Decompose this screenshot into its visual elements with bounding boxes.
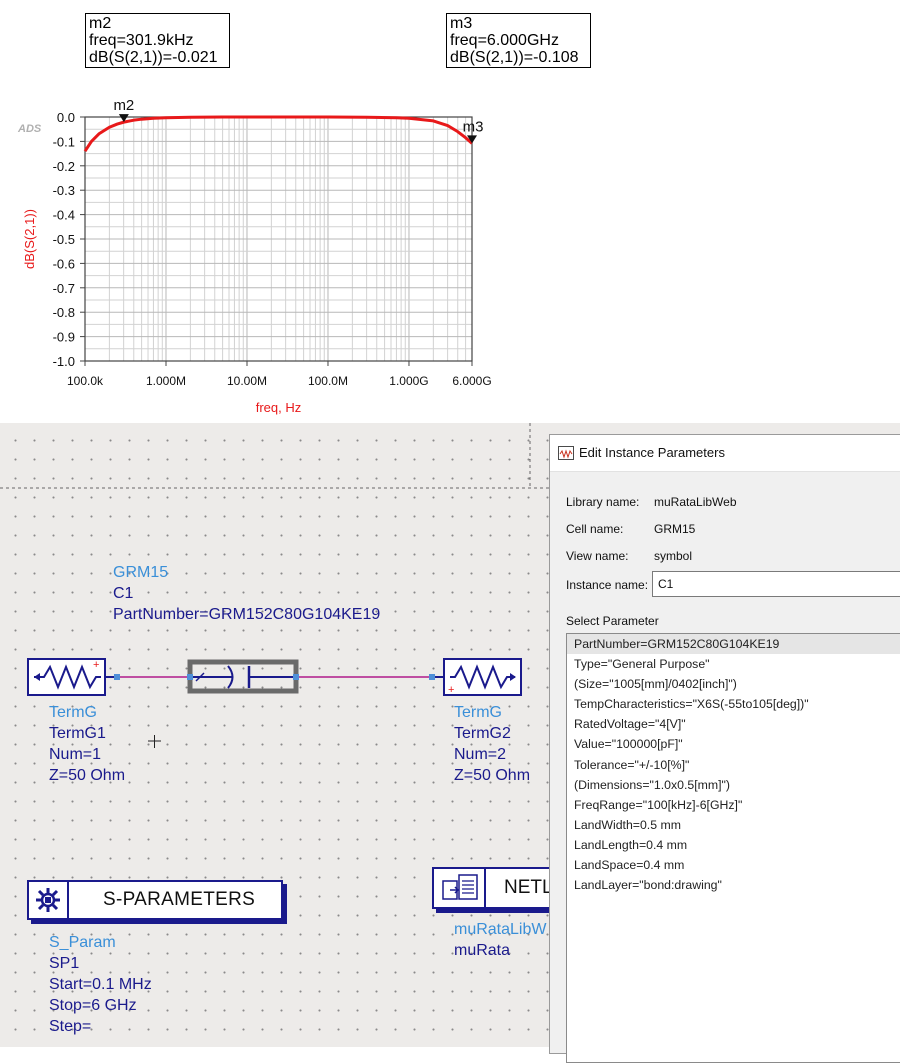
capacitor-symbol[interactable] xyxy=(187,659,299,694)
y-tick-label: 0.0 xyxy=(57,110,75,125)
sparam-controller[interactable]: S-PARAMETERS xyxy=(27,880,283,920)
marker-label: m3 xyxy=(463,118,484,135)
instance-name-label: Instance name: xyxy=(566,578,649,592)
parameter-item[interactable]: LandWidth=0.5 mm xyxy=(567,815,900,835)
parameter-item[interactable]: Type="General Purpose" xyxy=(567,654,900,674)
parameter-item[interactable]: RatedVoltage="4[V]" xyxy=(567,714,900,734)
x-tick-label: 10.00M xyxy=(227,374,267,388)
y-tick-label: -1.0 xyxy=(53,354,75,369)
netlist-lib-label: muRataLibW xyxy=(454,921,547,938)
term1-num-label: Num=1 xyxy=(49,746,102,763)
term1-instance-label: TermG1 xyxy=(49,725,106,742)
library-name-label: Library name: xyxy=(566,495,640,509)
y-tick-label: -0.8 xyxy=(53,305,75,320)
parameter-item[interactable]: (Size="1005[mm]/0402[inch]") xyxy=(567,674,900,694)
sparam-plot[interactable]: 0.0 -0.1 -0.2 -0.3 -0.4 -0.5 -0.6 -0.7 -0.8 -0.9 -… xyxy=(0,0,900,423)
y-tick-label: -0.6 xyxy=(53,256,75,271)
y-tick-label: -0.9 xyxy=(53,330,75,345)
term1-type-label: TermG xyxy=(49,704,97,721)
x-tick-label: 1.000M xyxy=(146,374,186,388)
netlist-title: NETL xyxy=(504,877,553,898)
cap-lib-label: GRM15 xyxy=(113,564,169,581)
view-name-value: symbol xyxy=(654,549,693,563)
dialog-titlebar[interactable]: Edit Instance Parameters xyxy=(550,435,900,472)
y-tick-label: -0.2 xyxy=(53,159,75,174)
termg2-symbol[interactable]: + xyxy=(429,658,522,696)
termg1-symbol[interactable]: + xyxy=(27,658,120,696)
parameter-item[interactable]: FreqRange="100[kHz]-6[GHz]" xyxy=(567,795,900,815)
parameter-list[interactable]: PartNumber=GRM152C80G104KE19 Type="Genera… xyxy=(566,633,900,1063)
x-tick-label: 6.000G xyxy=(452,374,491,388)
sparam-instance-label: SP1 xyxy=(49,955,80,972)
cap-part-label: PartNumber=GRM152C80G104KE19 xyxy=(113,606,381,623)
library-name-value: muRataLibWeb xyxy=(654,495,737,509)
parameter-item[interactable]: LandLength=0.4 mm xyxy=(567,835,900,855)
plot-panel: m2 freq=301.9kHz dB(S(2,1))=-0.021 m3 fr… xyxy=(0,0,900,423)
svg-text:+: + xyxy=(93,659,99,671)
sparam-icon xyxy=(29,882,69,918)
dialog-title: Edit Instance Parameters xyxy=(579,445,725,460)
parameter-item[interactable]: Tolerance="+/-10[%]" xyxy=(567,755,900,775)
parameter-item[interactable]: TempCharacteristics="X6S(-55to105[deg])" xyxy=(567,694,900,714)
y-tick-label: -0.4 xyxy=(53,208,75,223)
parameter-item[interactable]: Value="100000[pF]" xyxy=(567,734,900,754)
view-name-label: View name: xyxy=(566,549,629,563)
edit-instance-dialog[interactable]: Edit Instance Parameters Library name: m… xyxy=(549,434,900,1063)
y-axis-label: dB(S(2,1)) xyxy=(22,209,37,269)
term2-type-label: TermG xyxy=(454,704,502,721)
y-tick-label: -0.3 xyxy=(53,183,75,198)
parameter-item[interactable]: PartNumber=GRM152C80G104KE19 xyxy=(567,634,900,655)
select-parameter-label: Select Parameter xyxy=(566,614,659,628)
sparam-step-label: Step= xyxy=(49,1018,92,1035)
ads-watermark: ADS xyxy=(17,123,42,135)
x-tick-label: 100.0k xyxy=(67,374,104,388)
instance-name-field[interactable]: C1 xyxy=(652,571,900,597)
cell-name-value: GRM15 xyxy=(654,522,696,536)
netlist-instance-label: muRata xyxy=(454,942,511,959)
term1-z-label: Z=50 Ohm xyxy=(49,767,126,784)
svg-text:+: + xyxy=(448,684,454,696)
parameter-item[interactable]: LandLayer="bond:drawing" xyxy=(567,875,900,895)
marker-label: m2 xyxy=(113,97,134,114)
parameter-item[interactable]: (Dimensions="1.0x0.5[mm]") xyxy=(567,775,900,795)
netlist-icon xyxy=(434,869,486,907)
cell-name-label: Cell name: xyxy=(566,522,624,536)
y-tick-label: -0.5 xyxy=(53,232,75,247)
term2-z-label: Z=50 Ohm xyxy=(454,767,531,784)
cap-instance-label: C1 xyxy=(113,585,134,602)
parameter-item[interactable]: LandSpace=0.4 mm xyxy=(567,855,900,875)
x-tick-label: 1.000G xyxy=(389,374,428,388)
x-tick-label: 100.0M xyxy=(308,374,348,388)
term2-instance-label: TermG2 xyxy=(454,725,511,742)
sparam-start-label: Start=0.1 MHz xyxy=(49,976,152,993)
sparam-title: S-PARAMETERS xyxy=(103,889,256,910)
y-tick-label: -0.1 xyxy=(53,134,75,149)
sparam-type-label: S_Param xyxy=(49,934,116,951)
x-axis-label: freq, Hz xyxy=(256,400,302,415)
ads-app-icon xyxy=(558,446,574,460)
crosshair-cursor-icon xyxy=(148,735,161,748)
sparam-stop-label: Stop=6 GHz xyxy=(49,997,137,1014)
y-tick-label: -0.7 xyxy=(53,281,75,296)
term2-num-label: Num=2 xyxy=(454,746,507,763)
